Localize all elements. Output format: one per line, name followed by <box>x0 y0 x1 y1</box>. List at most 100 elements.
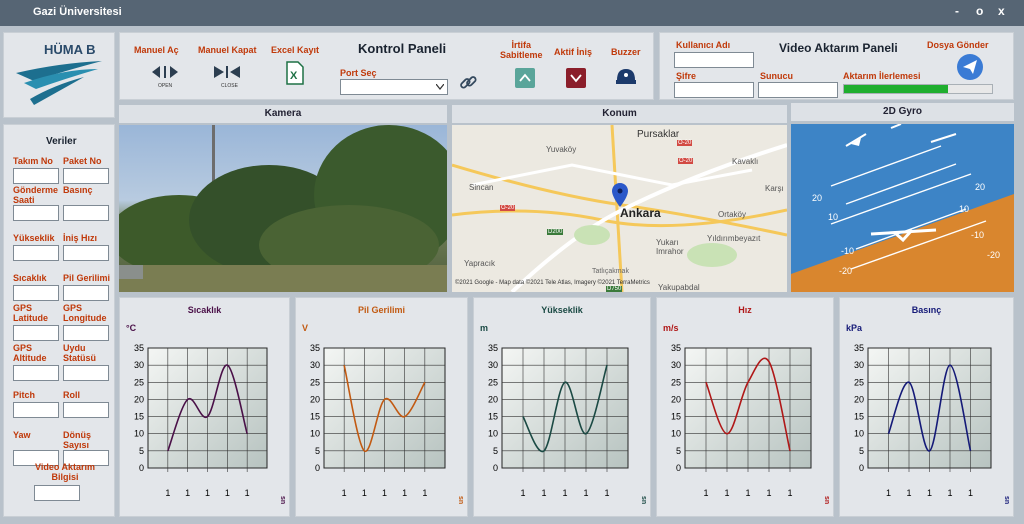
control-panel-title: Kontrol Paneli <box>358 41 447 56</box>
maximize-button[interactable]: o <box>976 4 983 18</box>
x-tick-label: 1 <box>422 488 427 498</box>
logo-icon: HÜMA B <box>16 42 102 105</box>
map-place: Sincan <box>469 183 494 192</box>
gyro-tick: 10 <box>959 204 970 214</box>
x-tick-label: 1 <box>604 488 609 498</box>
map-road: D750 <box>606 286 623 292</box>
field-label: Pitch <box>13 390 36 400</box>
gyro-header: 2D Gyro <box>791 103 1014 121</box>
excel-label: Excel Kayıt <box>271 45 320 55</box>
field-label: İniş Hızı <box>63 233 98 243</box>
field-input[interactable] <box>13 245 59 261</box>
field-input[interactable] <box>63 402 109 418</box>
x-tick-label: 1 <box>520 488 525 498</box>
map-road: D200 <box>547 229 564 235</box>
manual-close-button[interactable] <box>212 64 242 82</box>
send-file-button[interactable] <box>956 53 984 83</box>
chart-title: Hız <box>738 305 752 315</box>
field-input[interactable] <box>13 365 59 381</box>
field-input[interactable] <box>13 168 59 184</box>
chevron-up-icon <box>519 73 531 82</box>
manual-open-label: Manuel Aç <box>134 45 179 55</box>
field-input[interactable] <box>63 205 109 221</box>
field-label: GPS Longitude <box>63 303 107 323</box>
field-input[interactable] <box>13 325 59 341</box>
map-place: Yuvaköy <box>546 145 577 154</box>
field-input[interactable] <box>63 285 109 301</box>
map-attribution: ©2021 Google - Map data ©2021 Tele Atlas… <box>455 280 650 286</box>
field-input[interactable] <box>63 245 109 261</box>
field-input[interactable] <box>13 205 59 221</box>
video-info-field[interactable] <box>34 485 80 501</box>
field-input[interactable] <box>63 365 109 381</box>
field-label: Uydu Statüsü <box>63 343 97 363</box>
excel-button[interactable]: X <box>285 61 305 87</box>
close-arrows-icon <box>214 66 240 78</box>
y-tick-label: 25 <box>488 377 498 387</box>
connect-button[interactable] <box>458 73 478 95</box>
y-tick-label: 15 <box>134 412 144 422</box>
chart-title: Sıcaklık <box>187 305 222 315</box>
irtifa-button[interactable] <box>515 68 535 88</box>
logo-text: HÜMA B <box>44 42 96 57</box>
y-tick-label: 20 <box>134 394 144 404</box>
send-file-label: Dosya Gönder <box>927 40 989 50</box>
server-input[interactable] <box>758 82 838 98</box>
chevron-down-icon <box>436 84 444 90</box>
excel-icon: X <box>286 61 304 85</box>
manual-close-sub: CLOSE <box>221 83 238 89</box>
camera-image <box>119 125 447 292</box>
port-label: Port Seç <box>340 68 377 78</box>
field-input[interactable] <box>63 325 109 341</box>
y-tick-label: 25 <box>134 377 144 387</box>
y-tick-label: 20 <box>671 394 681 404</box>
y-tick-label: 5 <box>315 446 320 456</box>
x-tick-label: 1 <box>382 488 387 498</box>
password-input[interactable] <box>674 82 754 98</box>
y-tick-label: 0 <box>315 463 320 473</box>
y-tick-label: 20 <box>488 394 498 404</box>
y-tick-label: 0 <box>859 463 864 473</box>
field-label: Yükseklik <box>13 233 55 243</box>
x-tick-label: 1 <box>165 488 170 498</box>
gyro-view: 20 10 -10 -20 10 20 -10 -20 <box>791 124 1014 292</box>
map-view[interactable]: Pursaklar Yuvaköy Kavaklı Karşı Sincan A… <box>452 125 787 292</box>
progress-fill <box>844 85 948 93</box>
field-input[interactable] <box>63 168 109 184</box>
x-tick-label: 1 <box>541 488 546 498</box>
buzzer-button[interactable] <box>615 66 637 90</box>
map-place: Tatlıçakmak <box>592 268 629 275</box>
y-tick-label: 25 <box>671 377 681 387</box>
paper-plane-icon <box>957 54 983 80</box>
chart-2: Yükseklik m sn 0 5 10 15 20 25 30 35 1 1 1 1 1 <box>473 297 651 517</box>
y-tick-label: 35 <box>854 343 864 353</box>
data-panel: Veriler Takım No Paket No Gönderme Saati Ba… <box>3 124 115 517</box>
y-tick-label: 20 <box>310 394 320 404</box>
y-tick-label: 35 <box>310 343 320 353</box>
y-tick-label: 0 <box>676 463 681 473</box>
close-button[interactable]: x <box>998 4 1005 18</box>
username-input[interactable] <box>674 52 754 68</box>
field-label: Sıcaklık <box>13 273 47 283</box>
manual-open-button[interactable] <box>150 64 180 82</box>
port-select[interactable] <box>340 79 448 95</box>
svg-text:X: X <box>290 70 298 82</box>
chart-plot: 0 5 10 15 20 25 30 35 1 1 1 1 1 <box>134 343 268 498</box>
map-place: Karşı <box>765 184 784 193</box>
progress-label: Aktarım İlerlemesi <box>843 71 921 81</box>
field-input[interactable] <box>13 285 59 301</box>
chart-title: Basınç <box>911 305 942 315</box>
minimize-button[interactable]: - <box>955 4 959 18</box>
field-input[interactable] <box>13 402 59 418</box>
y-tick-label: 25 <box>854 377 864 387</box>
x-tick-label: 1 <box>205 488 210 498</box>
aktif-inis-button[interactable] <box>566 68 586 88</box>
y-tick-label: 5 <box>859 446 864 456</box>
camera-header: Kamera <box>119 105 447 123</box>
gyro-tick: 20 <box>975 182 986 192</box>
map-place: Ankara <box>620 206 661 220</box>
chart-title: Pil Gerilimi <box>357 305 406 315</box>
field-label: Roll <box>63 390 80 400</box>
map-road: O-20 <box>500 205 516 211</box>
y-tick-label: 10 <box>488 429 498 439</box>
